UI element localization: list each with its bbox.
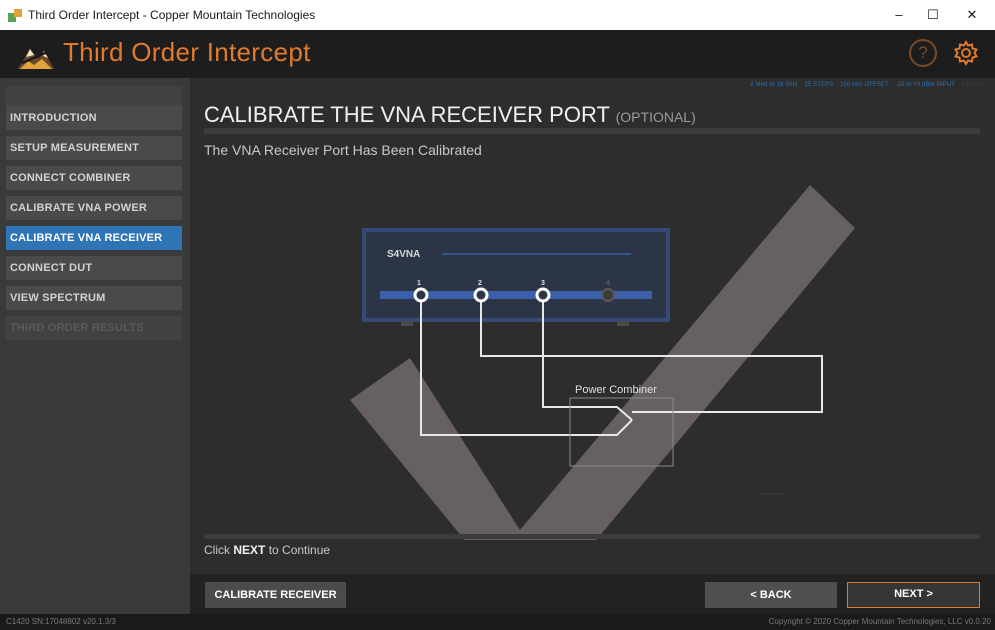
sidebar-item-connect-combiner[interactable]: CONNECT COMBINER: [6, 166, 182, 190]
connection-diagram: S4VNA 1 2 3 4 Power Combiner: [350, 185, 855, 540]
status-message: The VNA Receiver Port Has Been Calibrate…: [204, 142, 482, 158]
sidebar-item-calibrate-vna-receiver[interactable]: CALIBRATE VNA RECEIVER: [6, 226, 182, 250]
sidebar-header-strip: [6, 86, 182, 106]
device-info: C1420 SN:17048802 v20.1.3/3: [6, 617, 116, 626]
port-4: [601, 288, 615, 302]
param-steps: 25 STEPS: [804, 82, 834, 88]
param-offset: 100 kHz OFFSET: [840, 82, 889, 88]
page-title: CALIBRATE THE VNA RECEIVER PORT (OPTIONA…: [204, 102, 696, 128]
status-bar: C1420 SN:17048802 v20.1.3/3 Copyright © …: [0, 614, 995, 630]
sidebar-item-third-order-results: THIRD ORDER RESULTS: [6, 316, 182, 340]
app-title: Third Order Intercept: [63, 37, 311, 67]
copyright-text: Copyright © 2020 Copper Mountain Technol…: [768, 617, 991, 626]
window-titlebar: Third Order Intercept - Copper Mountain …: [0, 0, 995, 30]
sidebar-item-connect-dut[interactable]: CONNECT DUT: [6, 256, 182, 280]
param-input: -10 to +0 dBm INPUT: [895, 82, 955, 88]
port-1: [413, 287, 429, 303]
port-label-3: 3: [541, 280, 545, 287]
port-label-2: 2: [478, 280, 482, 287]
next-button[interactable]: NEXT >: [847, 582, 980, 608]
continue-hint: Click NEXT to Continue: [204, 543, 330, 557]
mountain-logo-icon: [18, 48, 54, 69]
port-label-1: 1: [417, 280, 421, 287]
gear-icon[interactable]: [952, 39, 980, 67]
vna-label: S4VNA: [387, 249, 420, 260]
vna-body: [362, 228, 670, 322]
app-window: Third Order Intercept - Copper Mountain …: [0, 0, 995, 630]
port-3: [535, 287, 551, 303]
title-divider: [204, 128, 980, 134]
sidebar-item-introduction[interactable]: INTRODUCTION: [6, 106, 182, 130]
window-title: Third Order Intercept - Copper Mountain …: [28, 8, 316, 22]
param-range: 2 MHz to 18 GHz: [750, 82, 798, 88]
port-label-4: 4: [606, 280, 610, 287]
power-combiner-label: Power Combiner: [575, 384, 657, 396]
back-button[interactable]: < BACK: [705, 582, 837, 608]
calibrate-receiver-button[interactable]: CALIBRATE RECEIVER: [205, 582, 346, 608]
footer-divider: [204, 534, 980, 539]
param-extra: STATUS: [961, 82, 985, 88]
close-button[interactable]: ✕: [955, 0, 989, 30]
continue-hint-prefix: Click: [204, 543, 230, 557]
app-icon: [8, 8, 22, 22]
button-bar: CALIBRATE RECEIVER < BACK NEXT >: [190, 574, 995, 614]
measurement-params: 2 MHz to 18 GHz 25 STEPS 100 kHz OFFSET …: [745, 82, 985, 88]
main-panel: 2 MHz to 18 GHz 25 STEPS 100 kHz OFFSET …: [190, 78, 995, 614]
sidebar-item-view-spectrum[interactable]: VIEW SPECTRUM: [6, 286, 182, 310]
port-2: [473, 287, 489, 303]
continue-hint-suffix: to Continue: [268, 543, 331, 557]
page-title-suffix: (OPTIONAL): [615, 109, 696, 125]
page-title-text: CALIBRATE THE VNA RECEIVER PORT: [204, 102, 610, 127]
sidebar-item-setup-measurement[interactable]: SETUP MEASUREMENT: [6, 136, 182, 160]
minimize-button[interactable]: –: [882, 0, 916, 30]
sidebar-item-calibrate-vna-power[interactable]: CALIBRATE VNA POWER: [6, 196, 182, 220]
help-button[interactable]: ?: [909, 39, 937, 67]
sidebar: INTRODUCTION SETUP MEASUREMENT CONNECT C…: [0, 78, 190, 614]
maximize-button[interactable]: ☐: [916, 0, 950, 30]
app-header: Third Order Intercept ?: [0, 30, 995, 78]
continue-hint-bold: NEXT: [233, 543, 266, 557]
